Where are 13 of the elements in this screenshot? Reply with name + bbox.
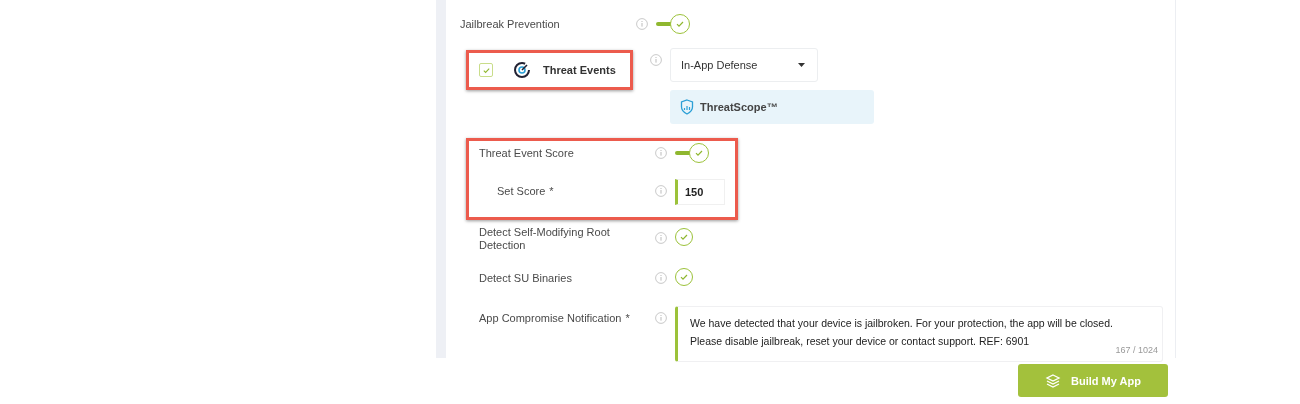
field-label: Threat Event Score xyxy=(479,146,574,160)
field-label: Detect Self-Modifying Root Detection xyxy=(479,226,611,252)
threatscope-badge: ThreatScope™ xyxy=(670,90,874,124)
dropdown-select[interactable]: In-App Defense xyxy=(670,48,818,82)
score-input[interactable]: 150 xyxy=(675,179,725,205)
field-label: Detect SU Binaries xyxy=(479,271,572,285)
feature-label: Threat Events xyxy=(543,64,616,76)
field-label: App Compromise Notification xyxy=(479,312,622,325)
field-label: Jailbreak Prevention xyxy=(460,17,560,31)
field-label: Set Score xyxy=(497,184,546,198)
required-mark: * xyxy=(549,184,554,197)
required-mark: * xyxy=(625,312,630,324)
character-counter: 167 / 1024 xyxy=(1115,344,1158,357)
